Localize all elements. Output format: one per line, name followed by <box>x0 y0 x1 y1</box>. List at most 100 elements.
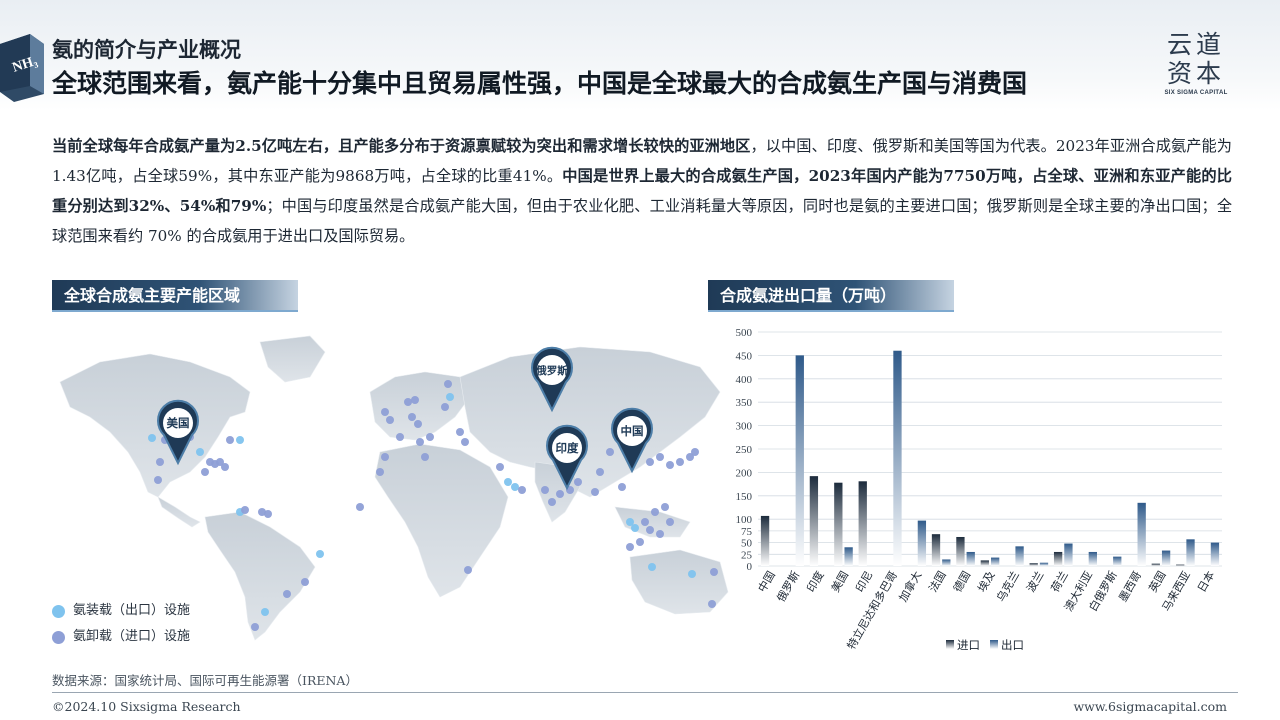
y-tick-label: 400 <box>736 374 753 386</box>
bar-import-荷兰 <box>1053 551 1063 566</box>
import-facility-dot <box>386 416 394 424</box>
import-facility-dot <box>356 503 364 511</box>
import-facility-dot <box>656 530 664 538</box>
import-facility-dot <box>461 438 469 446</box>
import-facility-dot <box>426 433 434 441</box>
europe-shape <box>369 371 471 441</box>
bar-export-德国 <box>966 551 975 566</box>
legend-export-facility: 氨装载（出口）设施 <box>52 598 190 624</box>
import-facility-dot <box>548 498 556 506</box>
x-tick-label: 日本 <box>1194 569 1217 595</box>
bar-export-特立尼达和多巴哥 <box>893 350 902 566</box>
bar-export-埃及 <box>991 557 1000 566</box>
export-facility-dot <box>148 434 156 442</box>
bar-import-英国 <box>1151 563 1160 566</box>
x-tick-label: 埃及 <box>974 569 997 595</box>
legend-export-dot-icon <box>52 604 65 618</box>
bar-export-白俄罗斯 <box>1113 556 1122 566</box>
import-facility-dot <box>646 458 654 466</box>
bar-export-荷兰 <box>1064 543 1073 566</box>
y-tick-label: 0 <box>747 561 753 573</box>
world-map: 美国 俄罗斯印度 中国 <box>59 335 729 641</box>
import-facility-dot <box>226 436 234 444</box>
import-facility-dot <box>404 398 412 406</box>
section-kicker: 氨的简介与产业概况 <box>52 37 241 62</box>
import-facility-dot <box>408 413 416 421</box>
x-tick-label: 中国 <box>756 569 778 595</box>
import-facility-dot <box>596 468 604 476</box>
y-tick-label: 25 <box>741 549 753 561</box>
export-facility-dot <box>688 570 696 578</box>
map-section-title: 全球合成氨主要产能区域 <box>52 280 298 312</box>
import-facility-dot <box>421 453 429 461</box>
x-tick-label: 荷兰 <box>1049 569 1071 595</box>
export-facility-dot <box>261 608 269 616</box>
import-facility-dot <box>651 508 659 516</box>
import-facility-dot <box>241 506 249 514</box>
import-facility-dot <box>541 486 549 494</box>
import-facility-dot <box>618 483 626 491</box>
import-facility-dot <box>381 453 389 461</box>
import-facility-dot <box>691 448 699 456</box>
y-tick-label: 500 <box>736 327 753 339</box>
import-facility-dot <box>676 458 684 466</box>
import-facility-dot <box>381 408 389 416</box>
logo-subtitle: SIX SIGMA CAPITAL <box>1164 90 1228 96</box>
greenland-shape <box>259 335 326 383</box>
bar-import-马来西亚 <box>1176 564 1185 566</box>
import-facility-dot <box>264 510 272 518</box>
chart-grid: 0255075100 150 200 250 300 350 400 450 500 <box>736 327 1222 573</box>
bar-export-英国 <box>1161 550 1171 566</box>
import-facility-dot <box>656 453 664 461</box>
legend-label-0: 进口 <box>957 638 980 652</box>
import-facility-dot <box>156 458 164 466</box>
footer-divider <box>52 692 1238 693</box>
bar-export-法国 <box>942 559 951 566</box>
export-facility-dot <box>196 448 204 456</box>
central-america-shape <box>157 496 201 528</box>
logo-line-1: 云道 <box>1166 30 1225 59</box>
bar-import-印度 <box>809 476 819 566</box>
import-facility-dot <box>251 623 259 631</box>
bar-import-法国 <box>931 534 941 566</box>
brand-logo: 云道 资本 SIX SIGMA CAPITAL <box>1160 30 1232 96</box>
nh3-badge-icon: NH₃ <box>0 34 44 102</box>
import-facility-dot <box>396 433 404 441</box>
export-facility-dot <box>316 550 324 558</box>
bar-export-澳大利亚 <box>1088 551 1097 566</box>
import-facility-dot <box>518 486 526 494</box>
summary-paragraph: 当前全球每年合成氨产量为2.5亿吨左右，且产能多分布于资源禀赋较为突出和需求增长… <box>52 131 1232 251</box>
bar-export-加拿大 <box>917 520 927 566</box>
import-facility-dot <box>636 538 644 546</box>
import-facility-dot <box>201 468 209 476</box>
export-facility-dot <box>446 393 454 401</box>
chart-bars: 中国俄罗斯 印度 美国 印尼特立尼达和多巴哥加拿大 法国 德国 埃及乌克兰 波兰 荷兰澳大利亚白… <box>756 350 1220 652</box>
x-tick-label: 加拿大 <box>896 569 925 605</box>
asia-shape <box>459 346 721 498</box>
y-tick-label: 200 <box>736 467 753 479</box>
chart-legend: 进口 出口 <box>946 638 1024 652</box>
para-bold-1: 当前全球每年合成氨产量为2.5亿吨左右，且产能多分布于资源禀赋较为突出和需求增长… <box>52 137 751 155</box>
x-tick-label: 德国 <box>950 569 973 595</box>
import-facility-dot <box>591 488 599 496</box>
bar-export-日本 <box>1210 542 1220 566</box>
south-america-shape <box>204 511 316 641</box>
import-facility-dot <box>666 518 674 526</box>
bar-import-埃及 <box>980 560 989 566</box>
y-tick-label: 150 <box>736 491 753 503</box>
import-facility-dot <box>376 468 384 476</box>
legend-swatch-1 <box>990 640 998 649</box>
export-facility-dot <box>236 436 244 444</box>
x-tick-label: 墨西哥 <box>1116 569 1144 604</box>
y-tick-label: 300 <box>736 421 753 433</box>
legend-import-label: 氨卸载（进口）设施 <box>73 629 191 644</box>
import-facility-dot <box>641 518 649 526</box>
legend-import-facility: 氨卸载（进口）设施 <box>52 624 190 650</box>
import-facility-dot <box>464 566 472 574</box>
legend-swatch-0 <box>946 640 954 649</box>
y-tick-label: 350 <box>736 397 753 409</box>
pin-label: 中国 <box>621 424 644 438</box>
import-facility-dot <box>221 463 229 471</box>
copyright: ©2024.10 Sixsigma Research <box>52 699 241 714</box>
import-facility-dot <box>556 490 564 498</box>
